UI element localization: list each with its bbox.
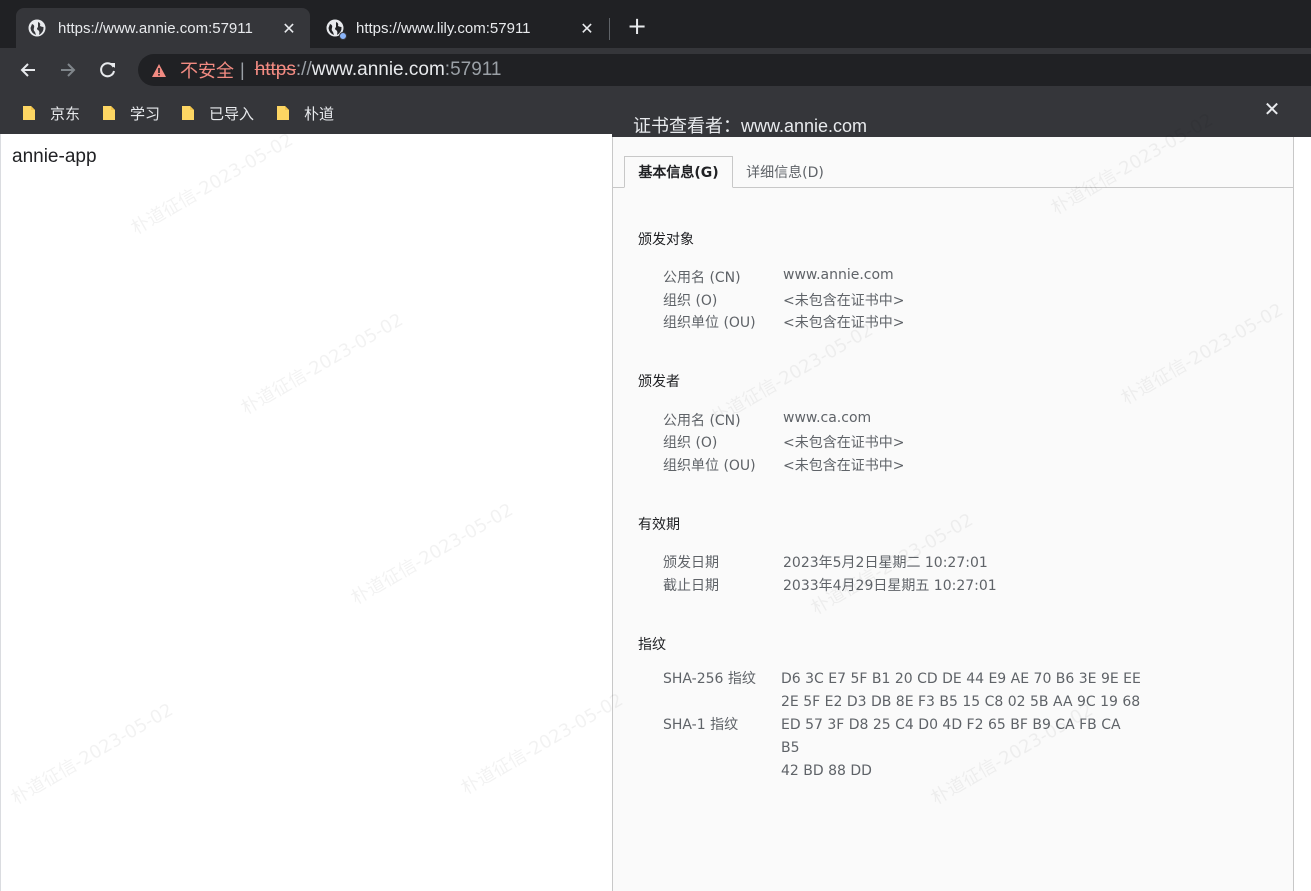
section-validity: 有效期 xyxy=(638,517,680,533)
section-fingerprints: 指纹 xyxy=(638,637,666,653)
field-value: <未包含在证书中> xyxy=(783,293,905,309)
url-scheme: https xyxy=(254,59,296,80)
tab-title: https://www.lily.com:57911 xyxy=(356,19,531,37)
tab-details[interactable]: 详细信息(D) xyxy=(733,156,837,188)
certificate-viewer-dialog: 证书查看者：www.annie.com ✕ 基本信息(G) 详细信息(D) 颁发… xyxy=(612,90,1311,891)
bookmark-imported[interactable]: 已导入 xyxy=(181,102,254,124)
bookmark-study[interactable]: 学习 xyxy=(102,102,160,124)
forward-arrow-icon xyxy=(61,63,76,77)
reload-button[interactable] xyxy=(94,56,122,84)
back-button[interactable] xyxy=(14,56,42,84)
bookmark-label: 学习 xyxy=(130,104,161,123)
issued-to-o-row: 组织 (O) <未包含在证书中> xyxy=(663,290,904,310)
tab-general[interactable]: 基本信息(G) xyxy=(624,156,733,188)
warning-icon xyxy=(152,63,166,77)
tab-strip: https://www.annie.com:57911 ✕ https://ww… xyxy=(0,0,1311,48)
folder-icon xyxy=(103,106,115,120)
issue-date-row: 颁发日期 2023年5月2日星期二 10:27:01 xyxy=(663,552,988,572)
reload-icon xyxy=(100,62,115,78)
security-status-label[interactable]: 不安全 xyxy=(180,57,234,83)
field-label: 截止日期 xyxy=(663,578,719,594)
tab-close-icon[interactable]: ✕ xyxy=(578,19,596,38)
issued-by-ou-row: 组织单位 (OU) <未包含在证书中> xyxy=(663,455,904,475)
forward-button[interactable] xyxy=(54,56,82,84)
url-host: www.annie.com xyxy=(311,59,445,80)
field-value: <未包含在证书中> xyxy=(783,315,905,331)
field-value: www.ca.com xyxy=(783,410,872,426)
sha1-row: SHA-1 指纹 ED 57 3F D8 25 C4 D0 4D F2 65 B… xyxy=(663,714,1141,783)
dialog-title: 证书查看者：www.annie.com xyxy=(633,116,868,136)
dialog-margin xyxy=(1294,137,1311,891)
address-bar[interactable]: 不安全 | https://www.annie.com:57911 xyxy=(138,54,1311,86)
expiry-date-row: 截止日期 2033年4月29日星期五 10:27:01 xyxy=(663,575,997,595)
issued-by-cn-row: 公用名 (CN) www.ca.com xyxy=(663,410,871,430)
tab-lily[interactable]: https://www.lily.com:57911 ✕ xyxy=(314,8,608,48)
notification-dot-icon xyxy=(339,32,347,40)
toolbar: 不安全 | https://www.annie.com:57911 xyxy=(0,48,1311,92)
field-label: 组织单位 (OU) xyxy=(663,315,756,331)
globe-icon xyxy=(28,19,46,37)
sha256-row: SHA-256 指纹 D6 3C E7 5F B1 20 CD DE 44 E9… xyxy=(663,668,1141,714)
bookmark-label: 朴道 xyxy=(304,104,335,123)
field-value: 2033年4月29日星期五 10:27:01 xyxy=(783,578,997,594)
issued-to-ou-row: 组织单位 (OU) <未包含在证书中> xyxy=(663,312,904,332)
folder-icon xyxy=(277,106,289,120)
url-port: :57911 xyxy=(444,59,502,80)
field-value: ED 57 3F D8 25 C4 D0 4D F2 65 BF B9 CA F… xyxy=(781,714,1141,783)
field-value: www.annie.com xyxy=(783,267,894,283)
field-label: 公用名 (CN) xyxy=(663,413,741,429)
tab-divider xyxy=(609,18,610,40)
tab-title: https://www.annie.com:57911 xyxy=(58,19,253,37)
field-label: SHA-1 指纹 xyxy=(663,717,739,733)
bookmark-jd[interactable]: 京东 xyxy=(22,102,80,124)
bookmark-label: 已导入 xyxy=(209,104,255,123)
sha1-line: ED 57 3F D8 25 C4 D0 4D F2 65 BF B9 CA F… xyxy=(781,717,1121,756)
issued-to-cn-row: 公用名 (CN) www.annie.com xyxy=(663,267,894,287)
page-text: annie-app xyxy=(12,146,97,167)
sha256-line: 2E 5F E2 D3 DB 8E F3 B5 15 C8 02 5B AA 9… xyxy=(781,694,1141,710)
bookmark-pudao[interactable]: 朴道 xyxy=(276,102,334,124)
dialog-close-icon[interactable]: ✕ xyxy=(1261,98,1283,120)
back-arrow-icon xyxy=(20,63,35,77)
dialog-tabs: 基本信息(G) 详细信息(D) xyxy=(613,156,1294,188)
field-value: 2023年5月2日星期二 10:27:01 xyxy=(783,555,988,571)
url-separator: :// xyxy=(295,59,312,80)
omnibox-divider: | xyxy=(240,59,245,80)
sha1-line: 42 BD 88 DD xyxy=(781,763,872,779)
sha256-line: D6 3C E7 5F B1 20 CD DE 44 E9 AE 70 B6 3… xyxy=(781,671,1141,687)
globe-icon xyxy=(326,19,347,40)
folder-icon xyxy=(182,106,194,120)
bookmark-label: 京东 xyxy=(50,104,81,123)
field-value: D6 3C E7 5F B1 20 CD DE 44 E9 AE 70 B6 3… xyxy=(781,668,1141,714)
dialog-body: 基本信息(G) 详细信息(D) 颁发对象 公用名 (CN) www.annie.c… xyxy=(612,137,1294,891)
field-label: 颁发日期 xyxy=(663,555,719,571)
field-label: 组织单位 (OU) xyxy=(663,458,756,474)
section-issued-to: 颁发对象 xyxy=(638,232,694,248)
field-value: <未包含在证书中> xyxy=(783,458,905,474)
field-label: 组织 (O) xyxy=(663,435,718,451)
tab-annie[interactable]: https://www.annie.com:57911 ✕ xyxy=(16,8,310,48)
new-tab-button[interactable]: + xyxy=(624,14,650,40)
field-label: SHA-256 指纹 xyxy=(663,671,756,687)
tab-close-icon[interactable]: ✕ xyxy=(280,19,298,38)
field-label: 组织 (O) xyxy=(663,293,718,309)
section-issued-by: 颁发者 xyxy=(638,374,680,390)
field-value: <未包含在证书中> xyxy=(783,435,905,451)
issued-by-o-row: 组织 (O) <未包含在证书中> xyxy=(663,432,904,452)
field-label: 公用名 (CN) xyxy=(663,270,741,286)
folder-icon xyxy=(23,106,35,120)
dialog-header: 证书查看者：www.annie.com ✕ xyxy=(612,90,1311,137)
